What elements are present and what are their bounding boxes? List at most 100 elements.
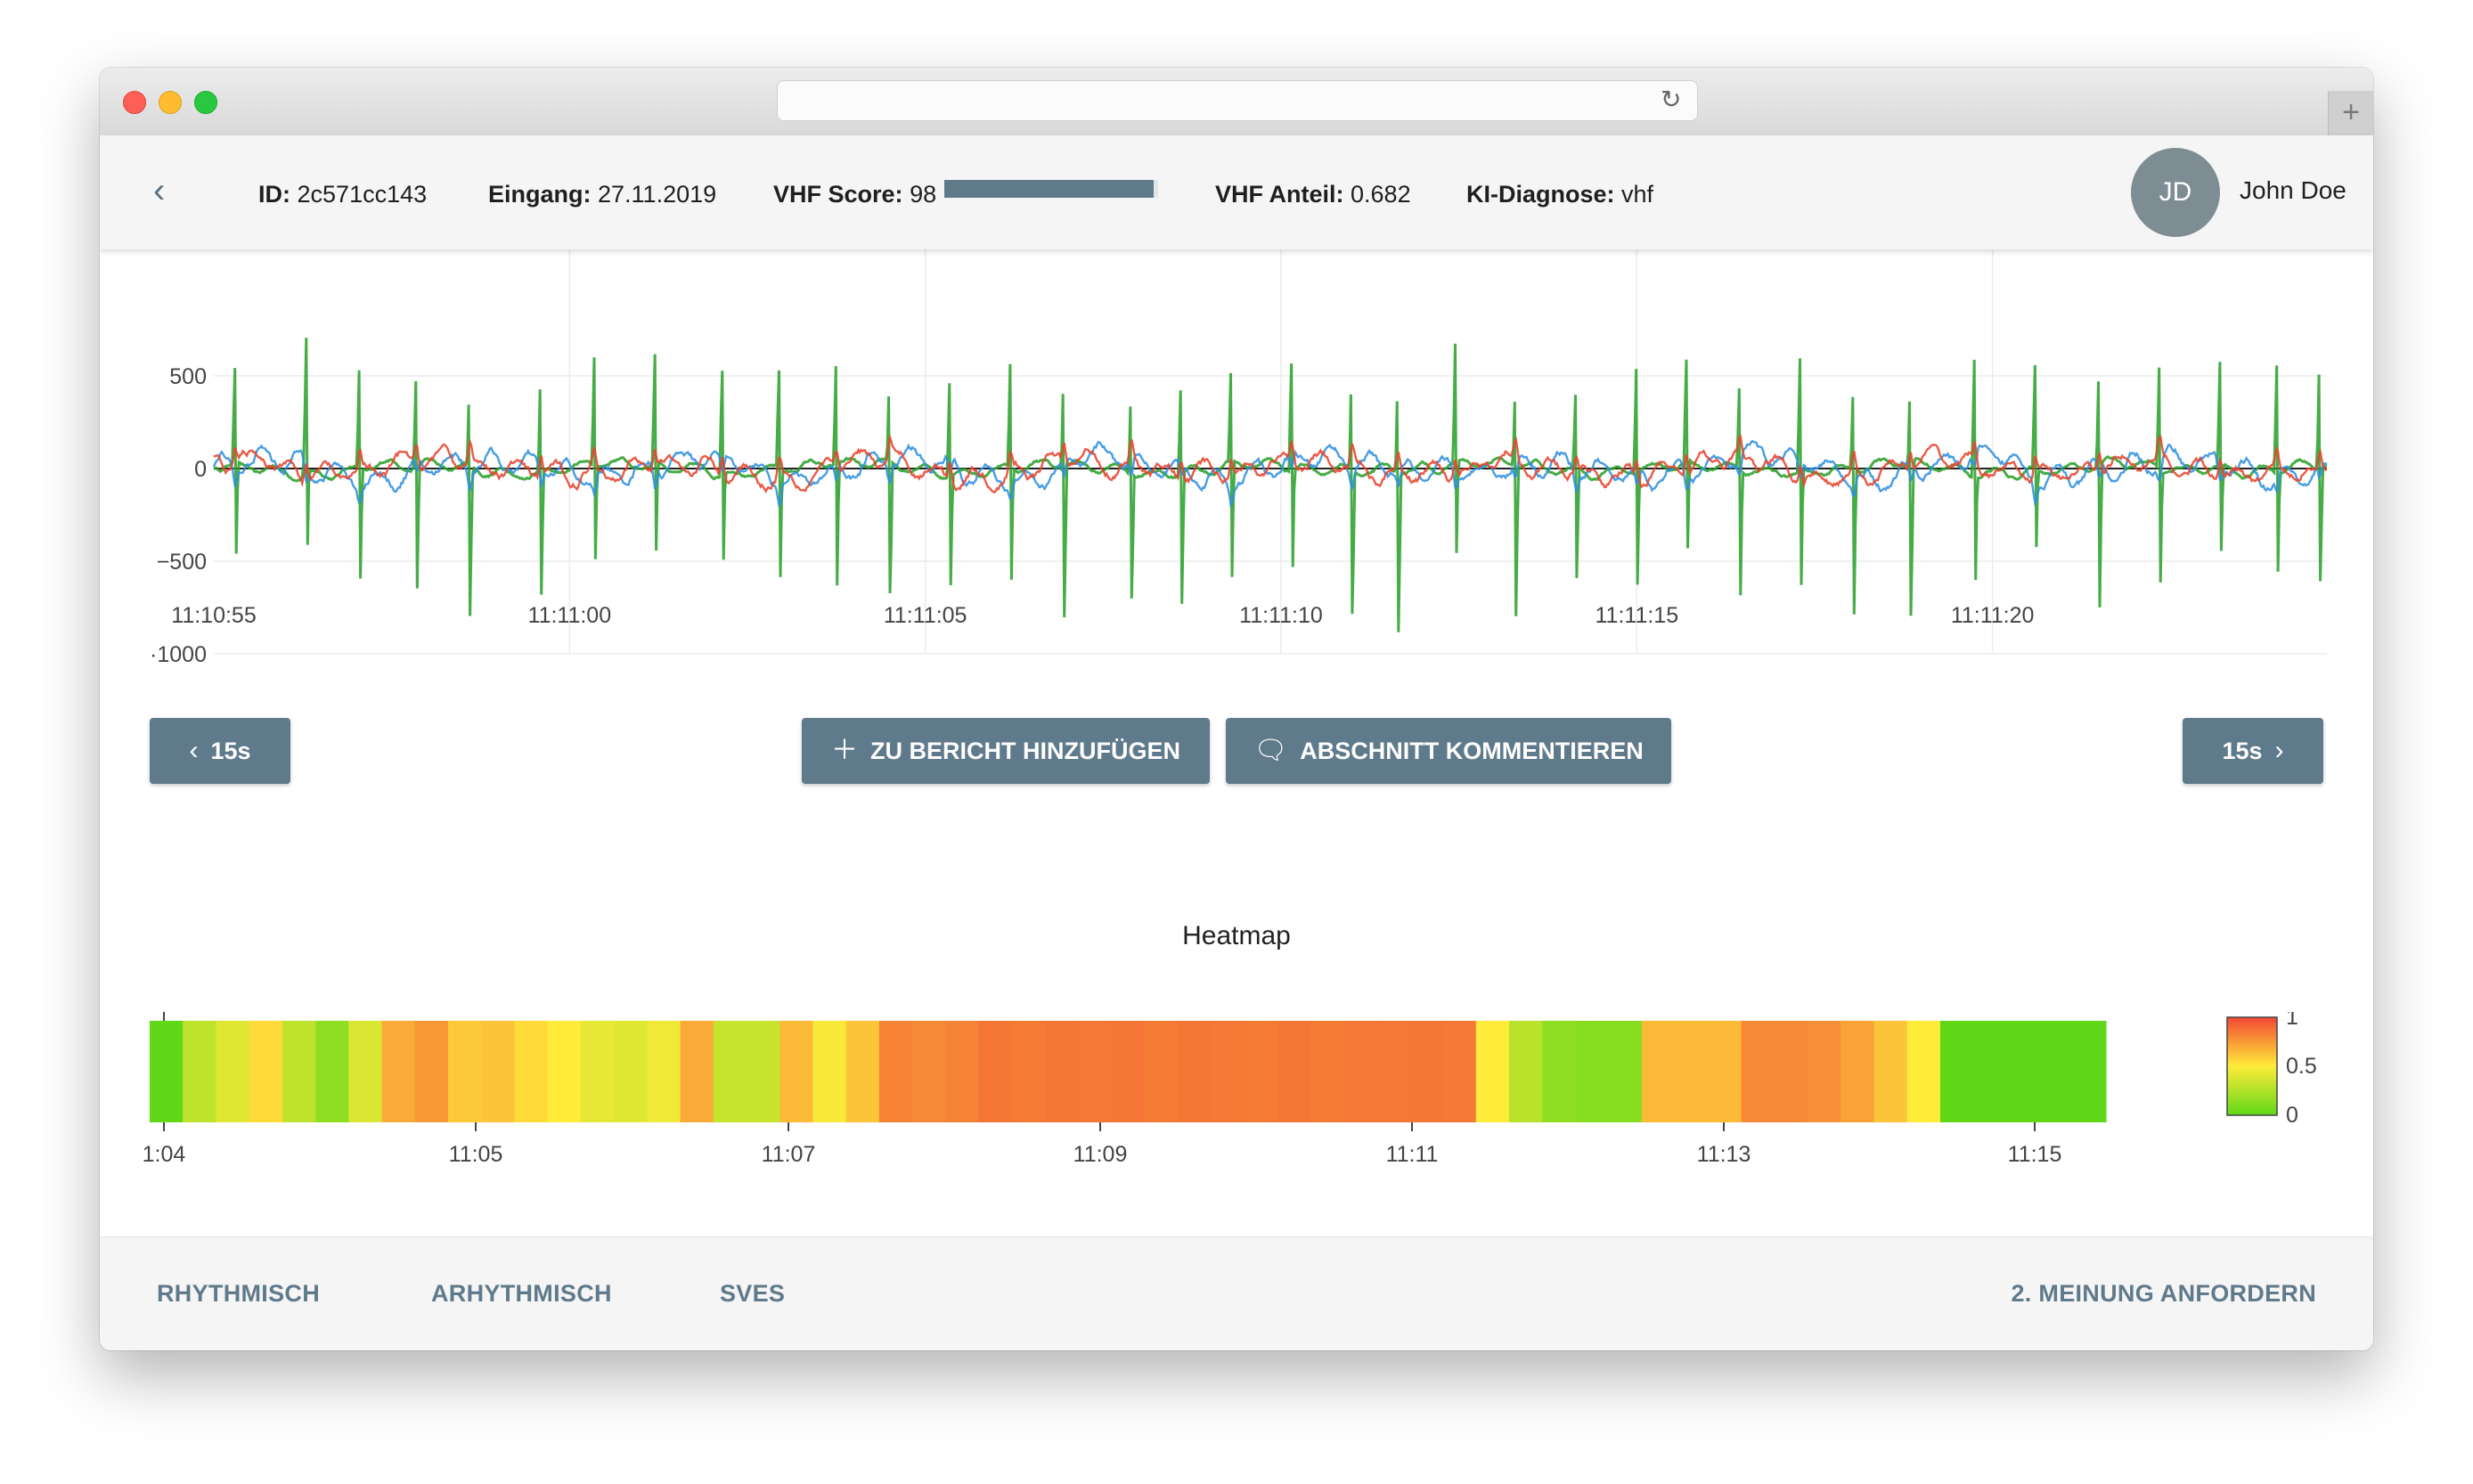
heatmap-cell: [183, 1021, 217, 1122]
heatmap-x-tick-label: 11:11: [1386, 1142, 1439, 1167]
heatmap-cell: [216, 1021, 250, 1122]
heatmap-cell: [150, 1021, 184, 1122]
heatmap-cell: [1939, 1021, 1974, 1122]
heatmap-cell: [1011, 1021, 1046, 1122]
eingang-date: Eingang: 27.11.2019: [488, 181, 717, 208]
heatmap-cell: [1708, 1021, 1743, 1122]
ecg-y-tick-label: 0: [194, 457, 207, 482]
heatmap-cell: [1211, 1021, 1245, 1122]
add-to-report-button[interactable]: ＋ ZU BERICHT HINZUFÜGEN: [802, 718, 1210, 784]
rhythmisch-button[interactable]: RHYTHMISCH: [157, 1280, 320, 1308]
heatmap-x-tick-label: 11:09: [1073, 1142, 1128, 1167]
heatmap-cell: [1442, 1021, 1477, 1122]
heatmap-cell: [249, 1021, 283, 1122]
heatmap-cell: [547, 1021, 582, 1122]
url-bar[interactable]: [777, 80, 1698, 121]
ecg-series-line: [213, 433, 2328, 494]
heatmap-cell: [2072, 1021, 2107, 1122]
colorbar-tick-label: 0: [2286, 1103, 2298, 1128]
heatmap-cell: [1873, 1021, 1908, 1122]
heatmap-cell: [1808, 1021, 1841, 1122]
heatmap-cell: [912, 1021, 946, 1122]
heatmap-cell: [381, 1021, 416, 1122]
heatmap-cell: [1475, 1021, 1510, 1122]
heatmap-cell: [2006, 1021, 2041, 1122]
ecg-x-tick-label: 11:11:20: [1951, 603, 2035, 628]
heatmap-title: Heatmap: [1182, 921, 1291, 950]
heatmap-cell: [1774, 1021, 1808, 1122]
ecg-y-tick-label: 500: [169, 364, 207, 389]
heatmap-cell: [1608, 1021, 1643, 1122]
heatmap-cell: [348, 1021, 383, 1122]
heatmap-cell: [1575, 1021, 1610, 1122]
heatmap-x-tick-label: 11:13: [1697, 1142, 1751, 1167]
ecg-x-tick-label: 11:10:55: [171, 603, 256, 628]
arrhythmisch-button[interactable]: ARHYTHMISCH: [431, 1280, 612, 1308]
heatmap-cell: [1376, 1021, 1410, 1122]
heatmap-x-tick-label: 11:15: [2008, 1142, 2062, 1167]
heatmap-cell: [945, 1021, 980, 1122]
heatmap-cell: [1078, 1021, 1112, 1122]
comment-section-button[interactable]: 🗨 ABSCHNITT KOMMENTIEREN: [1226, 718, 1671, 784]
heatmap-cell: [1144, 1021, 1179, 1122]
chevron-right-icon: ›: [2274, 736, 2284, 765]
reload-icon[interactable]: ↻: [1661, 86, 2361, 114]
prev-15s-button[interactable]: ‹ 15s: [150, 718, 290, 784]
ecg-y-tick-label: ·1000: [150, 642, 207, 667]
maximize-window-button[interactable]: [194, 91, 217, 114]
heatmap-cell: [1244, 1021, 1278, 1122]
heatmap-cell: [1277, 1021, 1311, 1122]
eingang-date-value: 27.11.2019: [598, 181, 717, 208]
heatmap-cell: [514, 1021, 549, 1122]
record-header: ‹ ID: 2c571cc143 Eingang: 27.11.2019 VHF…: [100, 135, 2373, 249]
heatmap-cell: [845, 1021, 880, 1122]
heatmap-cell: [779, 1021, 814, 1122]
heatmap-cell: [978, 1021, 1013, 1122]
heatmap-cell: [1310, 1021, 1344, 1122]
heatmap-cell: [878, 1021, 913, 1122]
heatmap-cell: [1509, 1021, 1543, 1122]
plus-icon: ＋: [831, 736, 858, 765]
heatmap-cell: [1973, 1021, 2007, 1122]
avatar[interactable]: JD: [2131, 148, 2220, 237]
heatmap-cell: [282, 1021, 316, 1122]
new-tab-button[interactable]: +: [2328, 91, 2373, 135]
ecg-x-tick-label: 11:11:05: [884, 603, 967, 628]
heatmap-cell: [1741, 1021, 1775, 1122]
record-id: ID: 2c571cc143: [258, 181, 428, 208]
record-id-value: 2c571cc143: [297, 181, 428, 208]
ecg-x-tick-label: 11:11:10: [1239, 603, 1323, 628]
chevron-left-icon: ‹: [189, 736, 199, 765]
vhf-score-bar-fill: [944, 180, 1155, 198]
colorbar-tick-label: 0.5: [2286, 1054, 2317, 1079]
heatmap-cell: [481, 1021, 516, 1122]
heatmap-cell: [1906, 1021, 1941, 1122]
next-15s-button[interactable]: 15s ›: [2183, 718, 2323, 784]
minimize-window-button[interactable]: [159, 91, 182, 114]
heatmap-cell: [614, 1021, 648, 1122]
chevron-left-icon[interactable]: ‹: [153, 169, 165, 212]
heatmap-cell: [1111, 1021, 1146, 1122]
heatmap-x-tick-label: 11:05: [449, 1142, 503, 1167]
heatmap-x-tick-label: 1:04: [143, 1142, 186, 1167]
heatmap-cell: [1177, 1021, 1212, 1122]
close-window-button[interactable]: [123, 91, 146, 114]
heatmap-cell: [414, 1021, 449, 1122]
ecg-chart[interactable]: 500 0 −500 ·1000 11:10:55 11:11:00 11:11:05 11:…: [100, 228, 2373, 727]
heatmap-cell: [647, 1021, 682, 1122]
heatmap-chart[interactable]: 1:04 11:05 11:07 11:09 11:11 11:13 11:15 1 0.5 0: [100, 1012, 2373, 1208]
heatmap-cell: [1641, 1021, 1676, 1122]
heatmap-cell: [746, 1021, 780, 1122]
ecg-y-tick-label: −500: [157, 550, 207, 575]
second-opinion-button[interactable]: 2. MEINUNG ANFORDERN: [2011, 1280, 2316, 1308]
heatmap-cell: [315, 1021, 349, 1122]
heatmap-cell: [680, 1021, 714, 1122]
ki-diagnose-value: vhf: [1621, 181, 1654, 208]
heatmap-cell: [580, 1021, 615, 1122]
vhf-score-bar: [944, 180, 1158, 198]
sves-button[interactable]: SVES: [720, 1280, 785, 1308]
ki-diagnose: KI-Diagnose: vhf: [1466, 181, 1654, 208]
ecg-x-tick-label: 11:11:00: [528, 603, 612, 628]
heatmap-colorbar: [2226, 1016, 2278, 1116]
user-name[interactable]: John Doe: [2240, 176, 2346, 205]
